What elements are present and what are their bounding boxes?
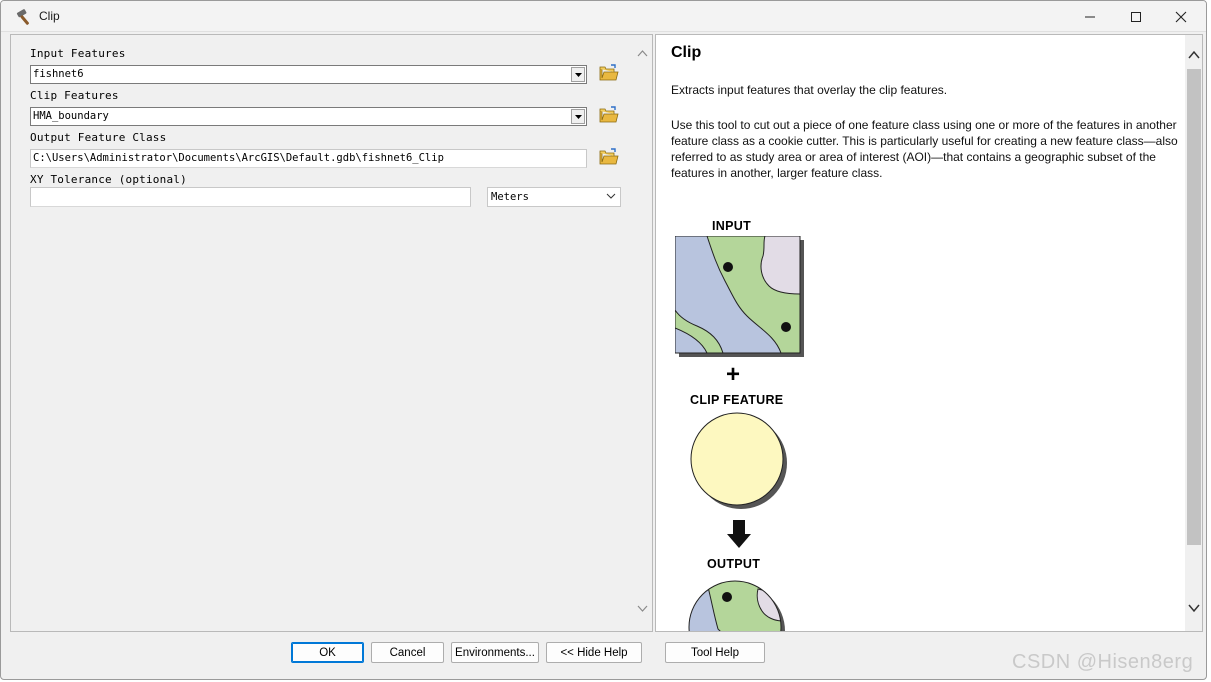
tool-help-button[interactable]: Tool Help: [665, 642, 765, 663]
help-scrollbar-thumb[interactable]: [1187, 69, 1201, 545]
parameters-pane: Input Features fishnet6 Clip Features HM…: [10, 34, 653, 632]
diagram-input-label: INPUT: [712, 219, 751, 233]
xy-tolerance-unit-select[interactable]: Meters: [487, 187, 621, 207]
environments-button[interactable]: Environments...: [451, 642, 539, 663]
dropdown-arrow-button[interactable]: [571, 67, 585, 82]
dropdown-arrow-button[interactable]: [571, 109, 585, 124]
output-feature-class-browse-button[interactable]: [597, 145, 621, 169]
close-button[interactable]: [1158, 1, 1204, 32]
open-folder-icon: [599, 148, 619, 165]
chevron-up-icon[interactable]: [637, 49, 648, 57]
input-features-value: fishnet6: [33, 68, 84, 80]
chevron-up-icon[interactable]: [1188, 50, 1200, 59]
input-map-illustration: [675, 236, 804, 357]
parameters-scrollbar[interactable]: [633, 35, 652, 631]
help-summary: Extracts input features that overlay the…: [671, 83, 948, 97]
clip-feature-illustration: [690, 412, 787, 509]
minimize-icon: [1085, 16, 1095, 17]
open-folder-icon: [599, 106, 619, 123]
help-description: Use this tool to cut out a piece of one …: [671, 118, 1178, 180]
hammer-icon: [16, 9, 29, 25]
output-feature-class-input[interactable]: C:\Users\Administrator\Documents\ArcGIS\…: [30, 149, 587, 168]
minimize-button[interactable]: [1067, 1, 1113, 32]
output-map-illustration: [688, 580, 785, 631]
clip-features-browse-button[interactable]: [597, 103, 621, 127]
clip-features-label: Clip Features: [30, 89, 119, 102]
window-title: Clip: [39, 9, 60, 23]
arrow-down-icon: [727, 520, 751, 548]
diagram-output-label: OUTPUT: [707, 557, 761, 571]
output-feature-class-value: C:\Users\Administrator\Documents\ArcGIS\…: [33, 152, 444, 164]
diagram-clip-label: CLIP FEATURE: [690, 393, 784, 407]
chevron-down-icon[interactable]: [637, 605, 648, 613]
input-features-combobox[interactable]: fishnet6: [30, 65, 587, 84]
cancel-button[interactable]: Cancel: [371, 642, 444, 663]
open-folder-icon: [599, 64, 619, 81]
chevron-down-icon: [574, 114, 582, 119]
maximize-button[interactable]: [1113, 1, 1159, 32]
maximize-icon: [1131, 11, 1141, 22]
chevron-down-icon: [574, 72, 582, 77]
clip-features-combobox[interactable]: HMA_boundary: [30, 107, 587, 126]
chevron-down-icon[interactable]: [1188, 604, 1200, 613]
xy-tolerance-label: XY Tolerance (optional): [30, 173, 187, 186]
ok-button[interactable]: OK: [291, 642, 364, 663]
diagram-plus-sign: +: [726, 361, 741, 388]
output-feature-class-label: Output Feature Class: [30, 131, 167, 144]
title-bar[interactable]: Clip: [1, 1, 1206, 32]
clip-dialog-window: Clip Input Features fishnet6 Clip Featur…: [0, 0, 1207, 680]
input-features-browse-button[interactable]: [597, 61, 621, 85]
clip-features-value: HMA_boundary: [33, 110, 109, 122]
close-icon: [1175, 11, 1187, 22]
help-scrollbar[interactable]: [1185, 35, 1202, 631]
help-title: Clip: [671, 44, 702, 61]
xy-tolerance-input[interactable]: [30, 187, 471, 207]
input-features-label: Input Features: [30, 47, 126, 60]
help-pane: Clip Extracts input features that overla…: [655, 34, 1203, 632]
hide-help-button[interactable]: << Hide Help: [546, 642, 642, 663]
chevron-down-icon: [606, 193, 616, 199]
watermark-text: CSDN @Hisen8erg: [1012, 651, 1194, 673]
xy-tolerance-unit-value: Meters: [491, 191, 529, 203]
